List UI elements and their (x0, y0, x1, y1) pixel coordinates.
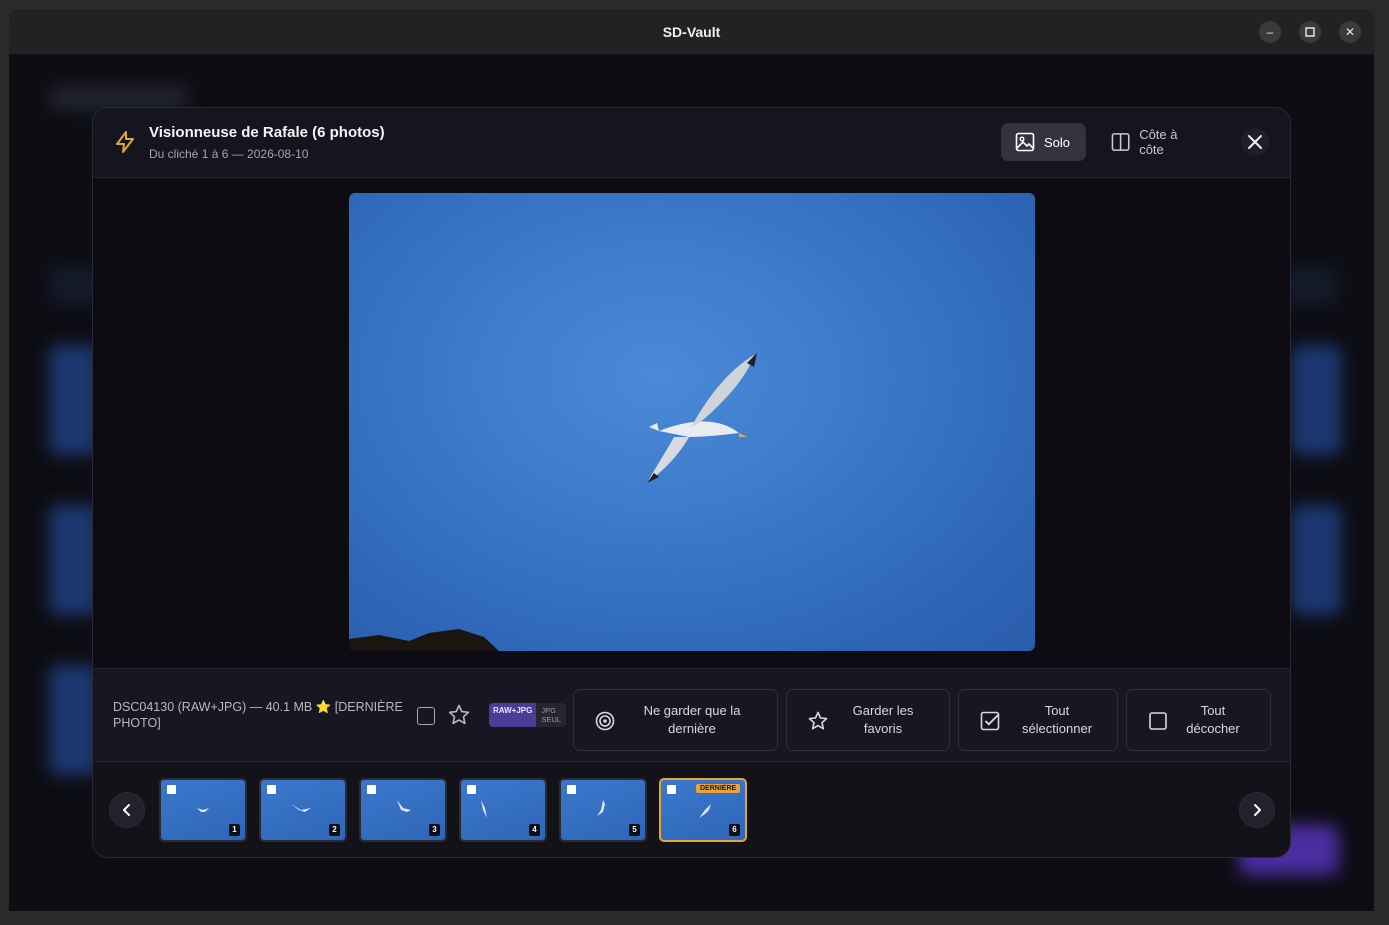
close-modal-button[interactable] (1241, 128, 1269, 156)
maximize-button[interactable] (1299, 21, 1321, 43)
thumbnail-number: 4 (529, 824, 540, 836)
raw-jpg-badge: RAW+JPG (489, 703, 537, 727)
uncheck-all-button[interactable]: Tout décocher (1126, 689, 1271, 751)
app-window: SD-Vault – ✕ Visionneuse de Rafale (6 ph… (9, 9, 1374, 911)
thumbnail-2[interactable]: 2 (259, 778, 347, 842)
keep-last-line2: dernière (668, 721, 716, 736)
keep-last-button[interactable]: Ne garder que la dernière (573, 689, 778, 751)
thumbnail-number: 1 (229, 824, 240, 836)
thumbnail-number: 6 (729, 824, 740, 836)
keep-fav-line2: favoris (863, 721, 903, 736)
close-window-button[interactable]: ✕ (1339, 21, 1361, 43)
select-all-line2: sélectionner (1021, 721, 1093, 736)
select-all-line1: Tout (1044, 703, 1070, 718)
burst-viewer-modal: Visionneuse de Rafale (6 photos) Du clic… (92, 107, 1291, 858)
view-solo-button[interactable]: Solo (1001, 123, 1086, 161)
favorite-star-icon[interactable] (447, 703, 471, 727)
format-badge: RAW+JPG JPG SEUL (489, 703, 566, 727)
keep-fav-line1: Garder les (852, 703, 914, 718)
checkbox-empty-icon (1149, 712, 1167, 730)
modal-title: Visionneuse de Rafale (6 photos) (149, 124, 385, 141)
chevron-left-icon (123, 804, 130, 816)
thumbnail-1[interactable]: 1 (159, 778, 247, 842)
select-all-label: Tout sélectionner (1009, 702, 1105, 738)
jpg-only-toggle[interactable]: JPG SEUL (536, 703, 566, 727)
main-photo[interactable] (349, 193, 1035, 651)
modal-header: Visionneuse de Rafale (6 photos) Du clic… (93, 108, 1290, 178)
thumbnail-6-active[interactable]: DERNIÈRE 6 (659, 778, 747, 842)
thumbnail-number: 3 (429, 824, 440, 836)
thumbnail-number: 2 (329, 824, 340, 836)
thumbnail-5[interactable]: 5 (559, 778, 647, 842)
uncheck-all-line2: décocher (1186, 721, 1240, 736)
view-solo-label: Solo (1044, 134, 1071, 150)
close-icon (1248, 135, 1262, 149)
title-bar: SD-Vault – ✕ (9, 9, 1374, 55)
columns-icon (1111, 133, 1130, 151)
uncheck-all-label: Tout décocher (1177, 702, 1249, 738)
view-side-label: Côte à côte (1139, 127, 1178, 157)
thumbnail-strip: 1 2 3 4 5 DERNIÈRE 6 (93, 762, 1290, 857)
thumbnail-number: 5 (629, 824, 640, 836)
previous-button[interactable] (109, 792, 145, 828)
view-side-by-side-button[interactable]: Côte à côte (1097, 123, 1217, 161)
jpg-only-line1: JPG (541, 706, 556, 715)
keep-favorites-label: Garder les favoris (839, 702, 927, 738)
photo-info-bar: DSC04130 (RAW+JPG) — 40.1 MB ⭐ [DERNIÈRE… (93, 668, 1290, 762)
uncheck-all-line1: Tout (1200, 703, 1226, 718)
seagull-photo (349, 353, 757, 651)
window-controls: – ✕ (1259, 21, 1361, 43)
window-title: SD-Vault (662, 23, 721, 40)
modal-subtitle: Du cliché 1 à 6 — 2026-08-10 (149, 147, 309, 161)
next-button[interactable] (1239, 792, 1275, 828)
target-icon (595, 711, 615, 731)
minimize-button[interactable]: – (1259, 21, 1281, 43)
star-icon (808, 711, 828, 730)
jpg-only-line2: SEUL (541, 715, 561, 724)
keep-favorites-button[interactable]: Garder les favoris (786, 689, 950, 751)
select-checkbox[interactable] (417, 707, 435, 725)
photo-viewer (93, 178, 1290, 668)
image-icon (1015, 132, 1035, 152)
select-all-button[interactable]: Tout sélectionner (958, 689, 1118, 751)
keep-last-line1: Ne garder que la (643, 703, 741, 718)
lightning-icon (116, 131, 134, 153)
chevron-right-icon (1254, 804, 1261, 816)
file-info-text: DSC04130 (RAW+JPG) — 40.1 MB ⭐ [DERNIÈRE… (113, 700, 403, 730)
checkbox-checked-icon (980, 711, 1000, 731)
thumbnail-3[interactable]: 3 (359, 778, 447, 842)
thumbnail-4[interactable]: 4 (459, 778, 547, 842)
maximize-icon (1305, 27, 1315, 37)
keep-last-label: Ne garder que la dernière (632, 702, 752, 738)
